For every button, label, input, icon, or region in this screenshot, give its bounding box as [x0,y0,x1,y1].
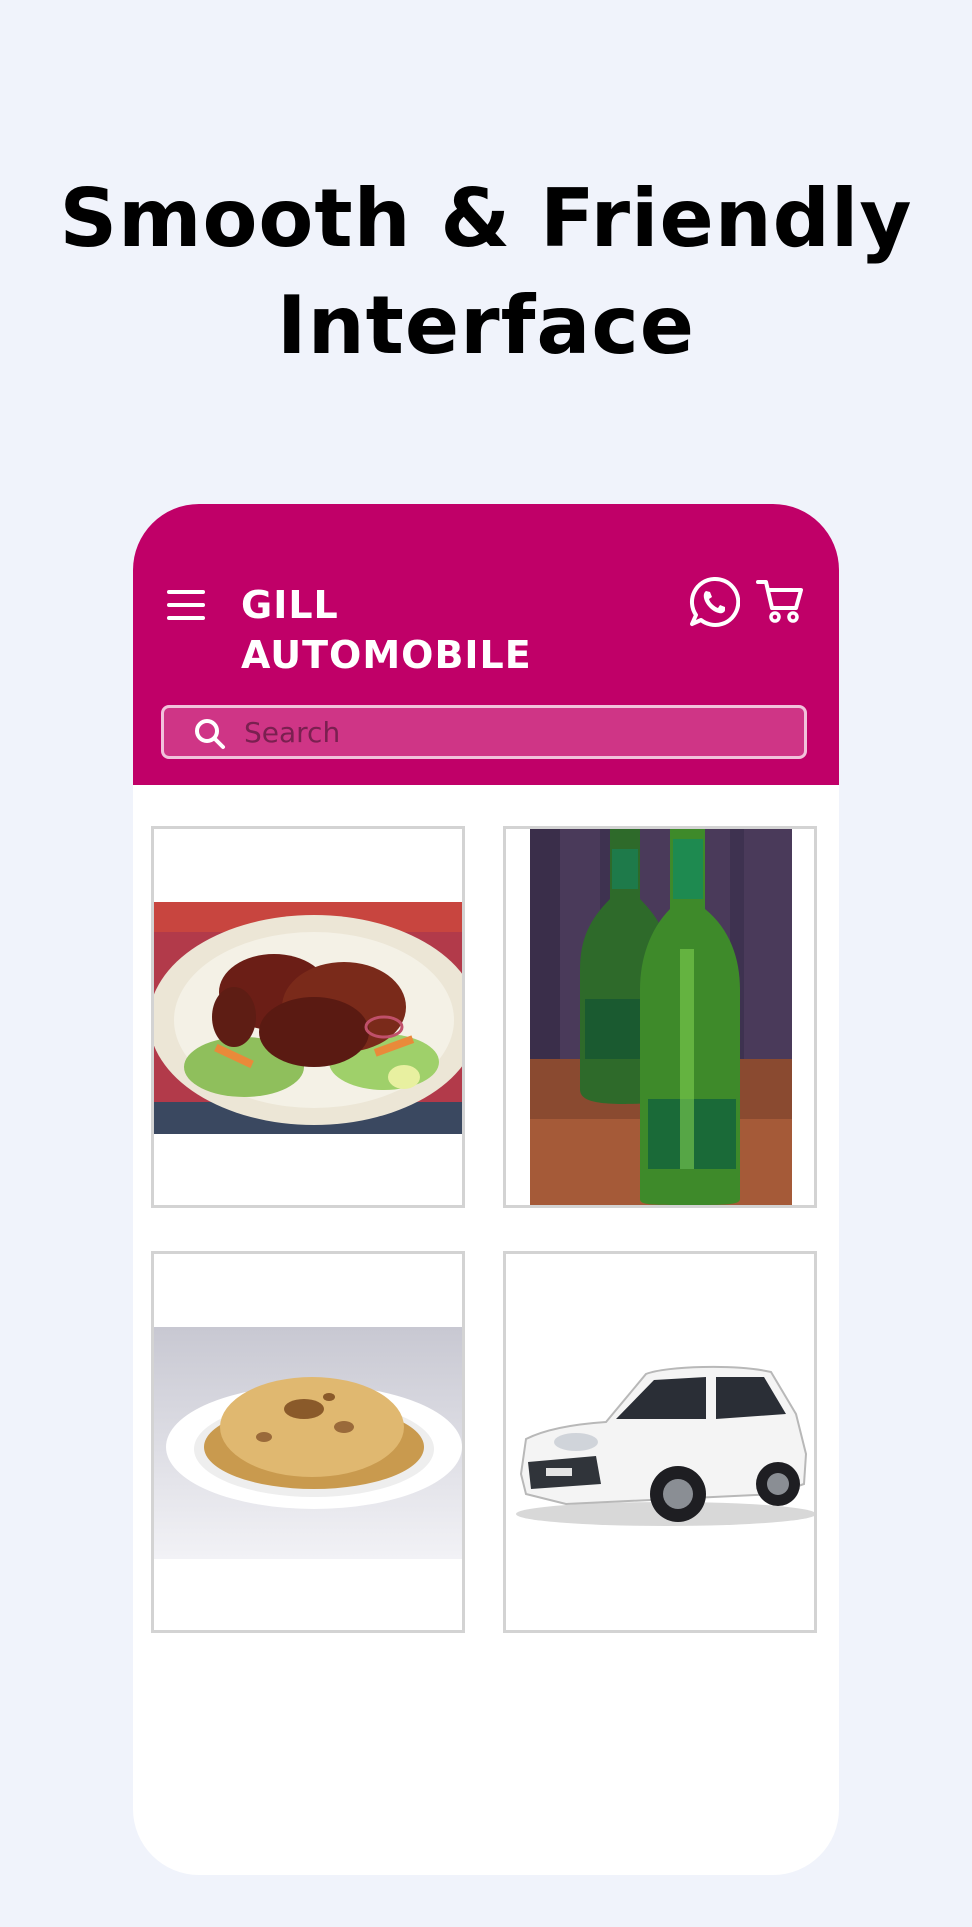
headline-line-2: Interface [276,279,696,372]
roast-chicken-photo [154,902,462,1134]
roti-plate-photo [154,1327,462,1559]
phone-screen: GILL AUTOMOBILE Search [133,504,839,1875]
search-placeholder: Search [244,716,341,749]
search-icon [195,719,225,749]
app-title-line-2: AUTOMOBILE [241,633,532,677]
product-card[interactable] [151,826,465,1208]
product-card[interactable] [151,1251,465,1633]
product-card[interactable] [503,826,817,1208]
headline-line-1: Smooth & Friendly [59,172,913,265]
beer-bottles-photo [530,829,792,1205]
app-title: GILL AUTOMOBILE [241,580,601,680]
search-input[interactable]: Search [161,705,807,759]
shopping-cart-icon[interactable] [756,578,804,624]
app-bar: GILL AUTOMOBILE Search [133,504,839,785]
whatsapp-icon[interactable] [688,576,740,628]
white-car-photo [506,1344,814,1534]
product-card[interactable] [503,1251,817,1633]
hamburger-menu-icon[interactable] [167,590,205,620]
app-title-line-1: GILL [241,583,339,627]
headline: Smooth & Friendly Interface [0,165,972,379]
